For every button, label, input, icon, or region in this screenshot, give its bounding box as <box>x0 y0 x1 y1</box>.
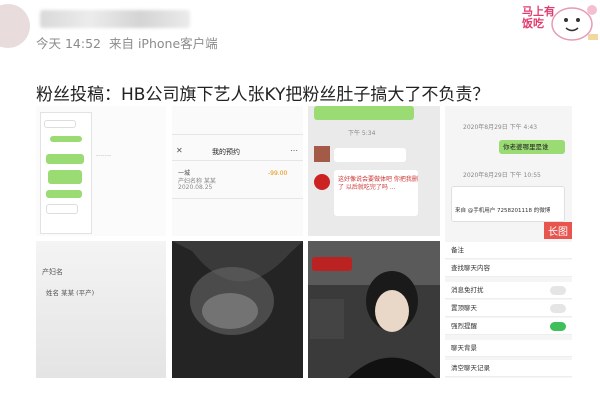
thumbnail-6[interactable] <box>308 241 440 378</box>
thumbnail-7[interactable]: 2020年8月29日 下午 4:43 你老婆哪里是谁 2020年8月29日 下午… <box>445 106 572 378</box>
settings-row: 强烈提醒 <box>445 318 572 335</box>
thumb2-amount: -99.00 <box>268 170 288 177</box>
post-source[interactable]: 来自 iPhone客户端 <box>109 36 218 51</box>
settings-row: 查找聊天内容 <box>445 260 572 277</box>
post-text: 粉丝投稿：HB公司旗下艺人张KY把粉丝肚子搞大了不负责？ <box>36 85 490 105</box>
thumbnail-2[interactable]: ✕ 我的预约 ⋯ 一城 产妇名称 某某 2020.08.25 -99.00 <box>172 106 303 236</box>
sticker-caption: 马上有饭吃 <box>522 5 555 30</box>
toggle[interactable] <box>550 304 566 313</box>
thumbnail-3[interactable]: 下午 5:34 这好像说会要做体吧 你把我删 了 以后就吃完了吗 ... <box>308 106 440 236</box>
toggle[interactable] <box>550 322 566 331</box>
toggle[interactable] <box>550 286 566 295</box>
post-time: 今天 14:52 <box>36 36 101 51</box>
long-image-badge: 长图 <box>544 222 572 239</box>
settings-row: 备注 <box>445 242 572 259</box>
avatar[interactable] <box>0 4 30 48</box>
post-meta: 今天 14:52 来自 iPhone客户端 <box>36 33 222 52</box>
close-icon: ✕ <box>176 146 183 155</box>
settings-row: 消息免打扰 <box>445 282 572 299</box>
thumbnail-4[interactable]: 产妇名 姓名 某某 (平产) <box>36 241 166 378</box>
thumb7-date1: 2020年8月29日 下午 4:43 <box>463 124 538 131</box>
thumbnail-5[interactable] <box>172 241 303 378</box>
sticker-icon: 马上有饭吃 <box>512 0 600 46</box>
username-blurred <box>40 10 190 28</box>
thumb3-time: 下午 5:34 <box>348 130 376 137</box>
settings-row: 聊天背景 <box>445 340 572 357</box>
settings-row: 清空聊天记录 <box>445 360 572 377</box>
thumb7-date2: 2020年8月29日 下午 10:55 <box>463 172 541 179</box>
thumb4-line: 产妇名 <box>42 268 63 276</box>
thumb7-bubble: 你老婆哪里是谁 <box>499 140 565 154</box>
thumbnail-1[interactable]: ------- <box>36 106 166 236</box>
more-icon: ⋯ <box>290 146 298 155</box>
thumb2-title: 我的预约 <box>212 148 240 156</box>
settings-row: 置顶聊天 <box>445 300 572 317</box>
thumb7-card-from: 来自 @手机用户 7258201118 的微博 <box>455 208 551 214</box>
image-grid: ------- ✕ 我的预约 ⋯ 一城 产妇名称 某某 2020.08.25 -… <box>36 106 572 378</box>
post-header: 今天 14:52 来自 iPhone客户端 马上有饭吃 <box>0 0 600 66</box>
